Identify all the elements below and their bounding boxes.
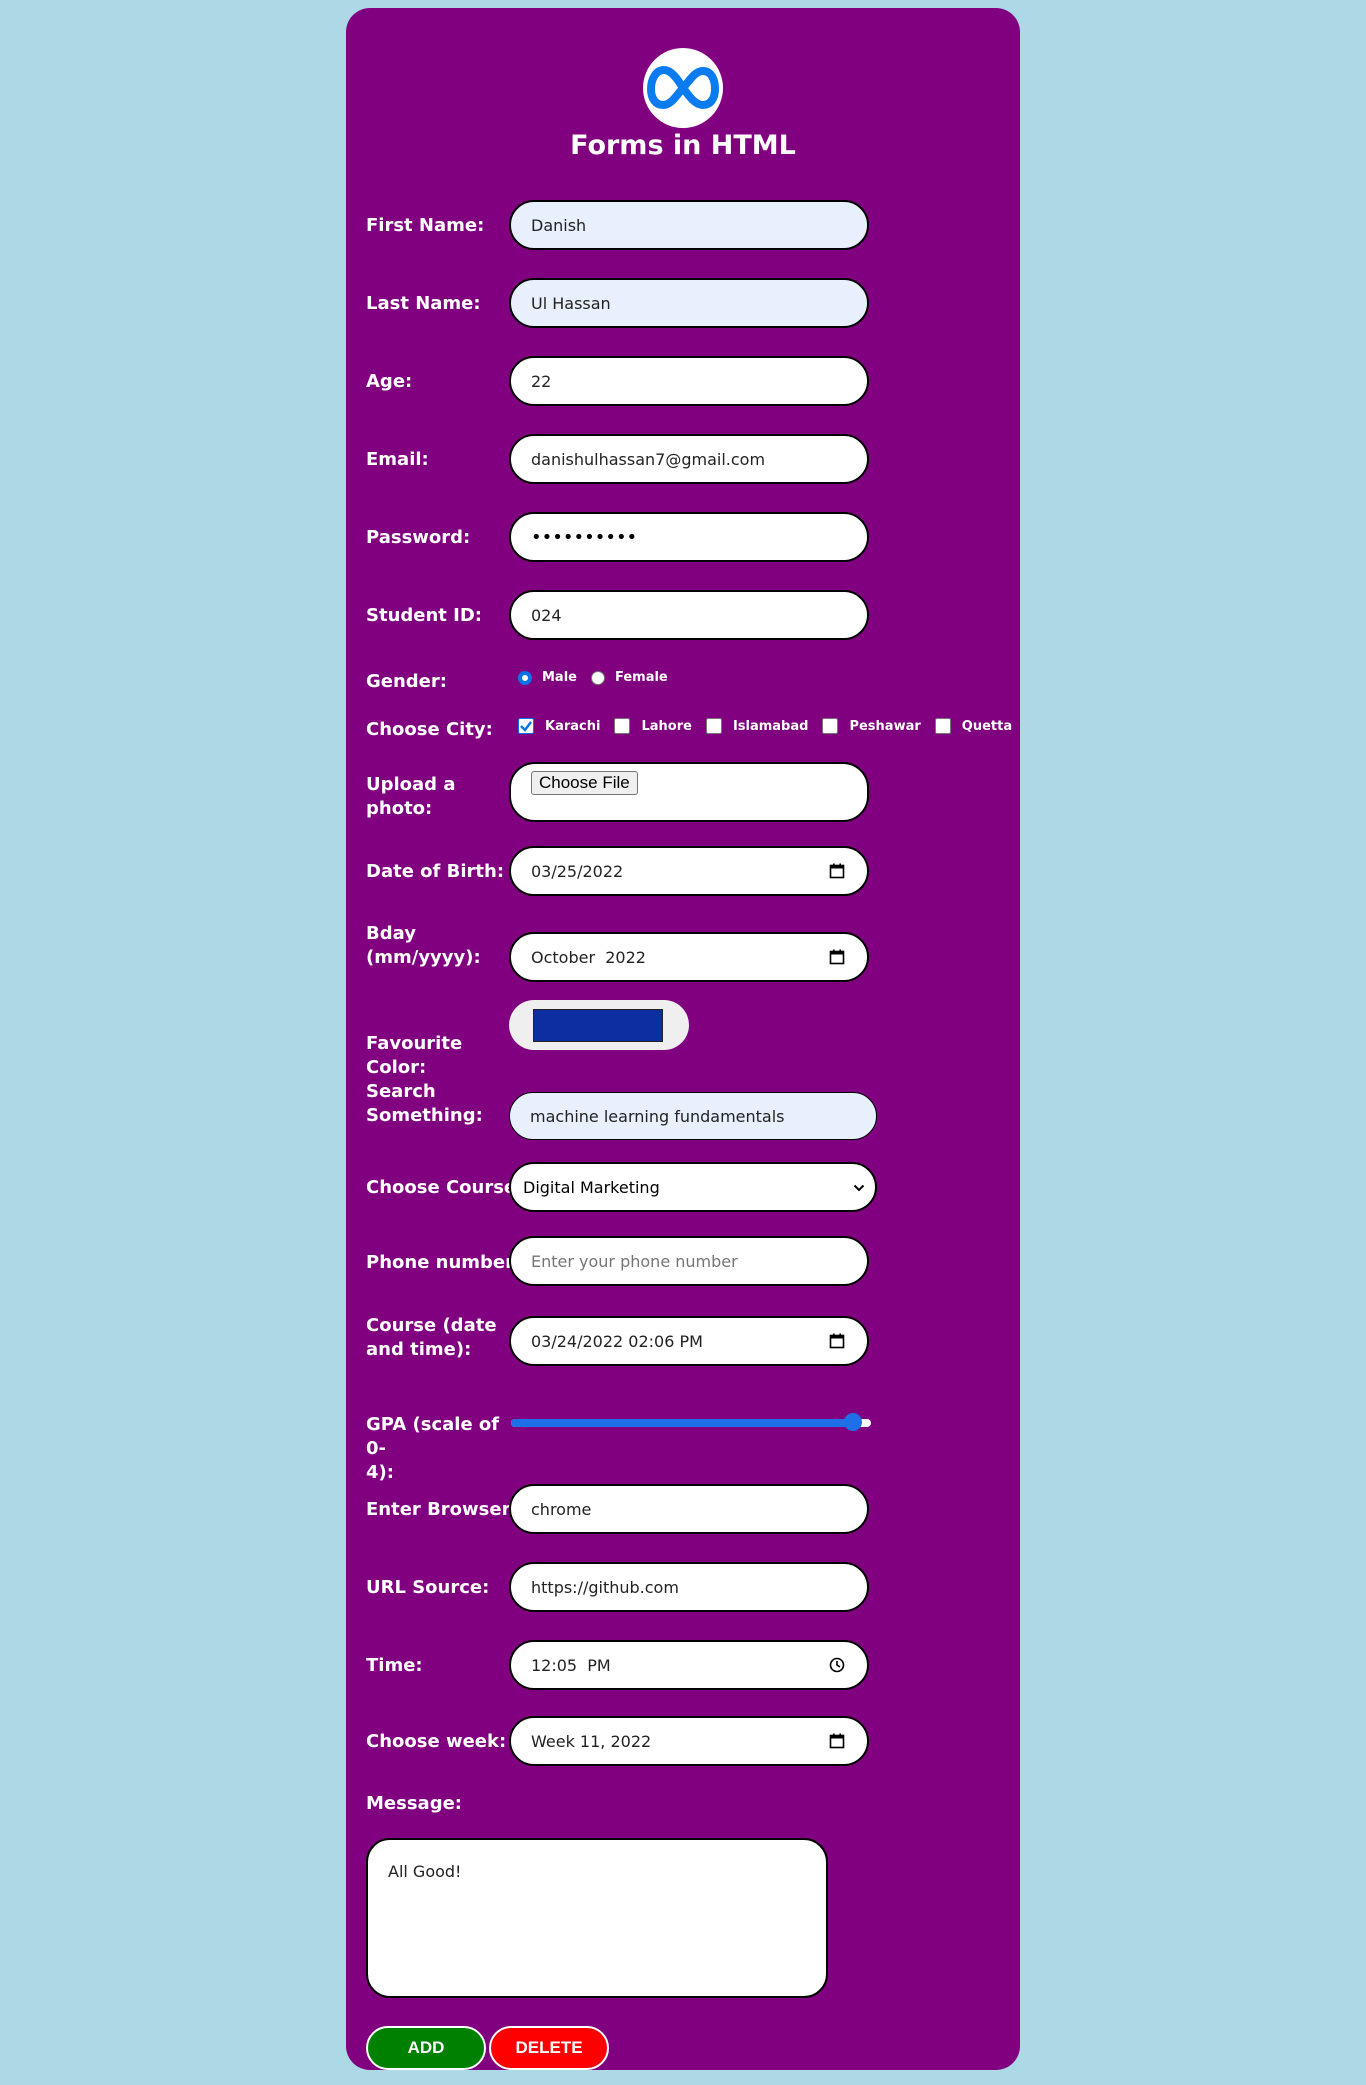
dob-input[interactable]: 03/25/2022 [509, 846, 869, 896]
photo-label: Upload a photo: [366, 774, 456, 819]
age-value: 22 [531, 371, 552, 391]
choose-file-button[interactable]: Choose File [531, 771, 638, 795]
course-datetime-value: 03/24/2022 02:06 PM [531, 1331, 703, 1351]
dob-value: 03/25/2022 [531, 861, 624, 881]
browser-value: chrome [531, 1499, 592, 1519]
gpa-slider-fill [511, 1419, 853, 1427]
student-id-value: 024 [531, 605, 562, 625]
email-label: Email: [366, 449, 429, 470]
url-label: URL Source: [366, 1577, 490, 1598]
bday-value: October 2022 [531, 947, 646, 967]
calendar-icon[interactable] [827, 1331, 847, 1351]
city-karachi-checkbox[interactable] [518, 718, 534, 734]
photo-upload-field: Choose File [509, 762, 869, 822]
bday-label-line2: (mm/yyyy): [366, 947, 481, 968]
gender-male-label: Male [542, 670, 577, 685]
url-input[interactable]: https://github.com [509, 1562, 869, 1612]
last-name-value: Ul Hassan [531, 293, 611, 313]
age-input[interactable]: 22 [509, 356, 869, 406]
calendar-icon[interactable] [827, 947, 847, 967]
add-button[interactable]: ADD [366, 2026, 486, 2070]
search-input[interactable]: machine learning fundamentals [509, 1092, 877, 1140]
clock-icon[interactable] [827, 1655, 847, 1675]
meta-logo-icon [643, 48, 723, 128]
color-picker[interactable] [509, 1000, 689, 1050]
gpa-label-line2: 4): [366, 1462, 394, 1483]
course-datetime-label-line2: and time): [366, 1339, 472, 1360]
city-peshawar-checkbox[interactable] [822, 718, 839, 734]
week-value: Week 11, 2022 [531, 1731, 652, 1751]
checkmark-icon [520, 721, 532, 732]
gender-label: Gender: [366, 671, 447, 692]
city-islamabad-label: Islamabad [732, 718, 809, 734]
email-input[interactable]: danishulhassan7@gmail.com [509, 434, 869, 484]
city-lahore-label: Lahore [641, 718, 692, 734]
city-options: Karachi Lahore Islamabad Peshawar Quetta [518, 718, 1026, 734]
gpa-slider[interactable] [511, 1413, 871, 1431]
bday-label: Bday (mm/yyyy): [366, 922, 516, 970]
last-name-label: Last Name: [366, 293, 481, 314]
browser-input[interactable]: chrome [509, 1484, 869, 1534]
search-label-line2: Something: [366, 1105, 483, 1126]
gpa-label-line1: GPA (scale of 0- [366, 1414, 500, 1459]
bday-month-input[interactable]: October 2022 [509, 932, 869, 982]
password-value: •••••••••• [531, 526, 638, 548]
first-name-label: First Name: [366, 215, 485, 236]
course-value: Digital Marketing [523, 1177, 660, 1197]
browser-label: Enter Browser: [366, 1499, 518, 1520]
city-karachi-label: Karachi [545, 718, 601, 734]
city-peshawar-label: Peshawar [849, 718, 921, 734]
gender-options: Male Female [518, 670, 682, 685]
color-swatch [533, 1009, 663, 1042]
message-value: All Good! [388, 1862, 462, 1881]
chevron-down-icon [853, 1178, 865, 1197]
page-title: Forms in HTML [570, 130, 796, 161]
search-label: Search Something: [366, 1080, 516, 1128]
url-value: https://github.com [531, 1577, 679, 1597]
age-label: Age: [366, 371, 413, 392]
last-name-input[interactable]: Ul Hassan [509, 278, 869, 328]
student-id-input[interactable]: 024 [509, 590, 869, 640]
city-lahore-checkbox[interactable] [614, 718, 631, 734]
course-datetime-label: Course (date and time): [366, 1314, 516, 1362]
gender-male-radio[interactable] [518, 670, 532, 685]
phone-label: Phone number: [366, 1252, 522, 1273]
course-label: Choose Course: [366, 1177, 524, 1198]
gpa-slider-thumb[interactable] [844, 1413, 862, 1431]
message-label: Message: [366, 1793, 462, 1814]
gpa-label: GPA (scale of 0- 4): [366, 1413, 516, 1485]
bday-label-line1: Bday [366, 923, 416, 944]
password-input[interactable]: •••••••••• [509, 512, 869, 562]
city-quetta-label: Quetta [961, 718, 1013, 734]
first-name-input[interactable]: Danish [509, 200, 869, 250]
course-datetime-input[interactable]: 03/24/2022 02:06 PM [509, 1316, 869, 1366]
delete-button[interactable]: DELETE [489, 2026, 609, 2070]
city-quetta-checkbox[interactable] [934, 718, 951, 734]
time-label: Time: [366, 1655, 423, 1676]
course-select[interactable]: Digital Marketing [509, 1162, 877, 1212]
form-card: Forms in HTML First Name: Danish Last Na… [346, 8, 1020, 2070]
course-datetime-label-line1: Course (date [366, 1315, 497, 1336]
gender-female-label: Female [614, 670, 668, 685]
first-name-value: Danish [531, 215, 587, 235]
city-islamabad-checkbox[interactable] [705, 718, 722, 734]
phone-placeholder: Enter your phone number [531, 1251, 738, 1271]
time-value: 12:05 PM [531, 1655, 611, 1675]
search-value: machine learning fundamentals [530, 1106, 785, 1126]
calendar-icon[interactable] [827, 861, 847, 881]
dob-label: Date of Birth: [366, 861, 505, 882]
city-label: Choose City: [366, 719, 493, 740]
week-input[interactable]: Week 11, 2022 [509, 1716, 869, 1766]
search-label-line1: Search [366, 1081, 436, 1102]
week-label: Choose week: [366, 1731, 507, 1752]
phone-input[interactable]: Enter your phone number [509, 1236, 869, 1286]
calendar-icon[interactable] [827, 1731, 847, 1751]
student-id-label: Student ID: [366, 605, 482, 626]
message-textarea[interactable]: All Good! [366, 1838, 828, 1998]
email-value: danishulhassan7@gmail.com [531, 449, 766, 469]
gender-female-radio[interactable] [590, 670, 605, 685]
password-label: Password: [366, 527, 471, 548]
color-label: Favourite Color: [366, 1033, 463, 1078]
time-input[interactable]: 12:05 PM [509, 1640, 869, 1690]
